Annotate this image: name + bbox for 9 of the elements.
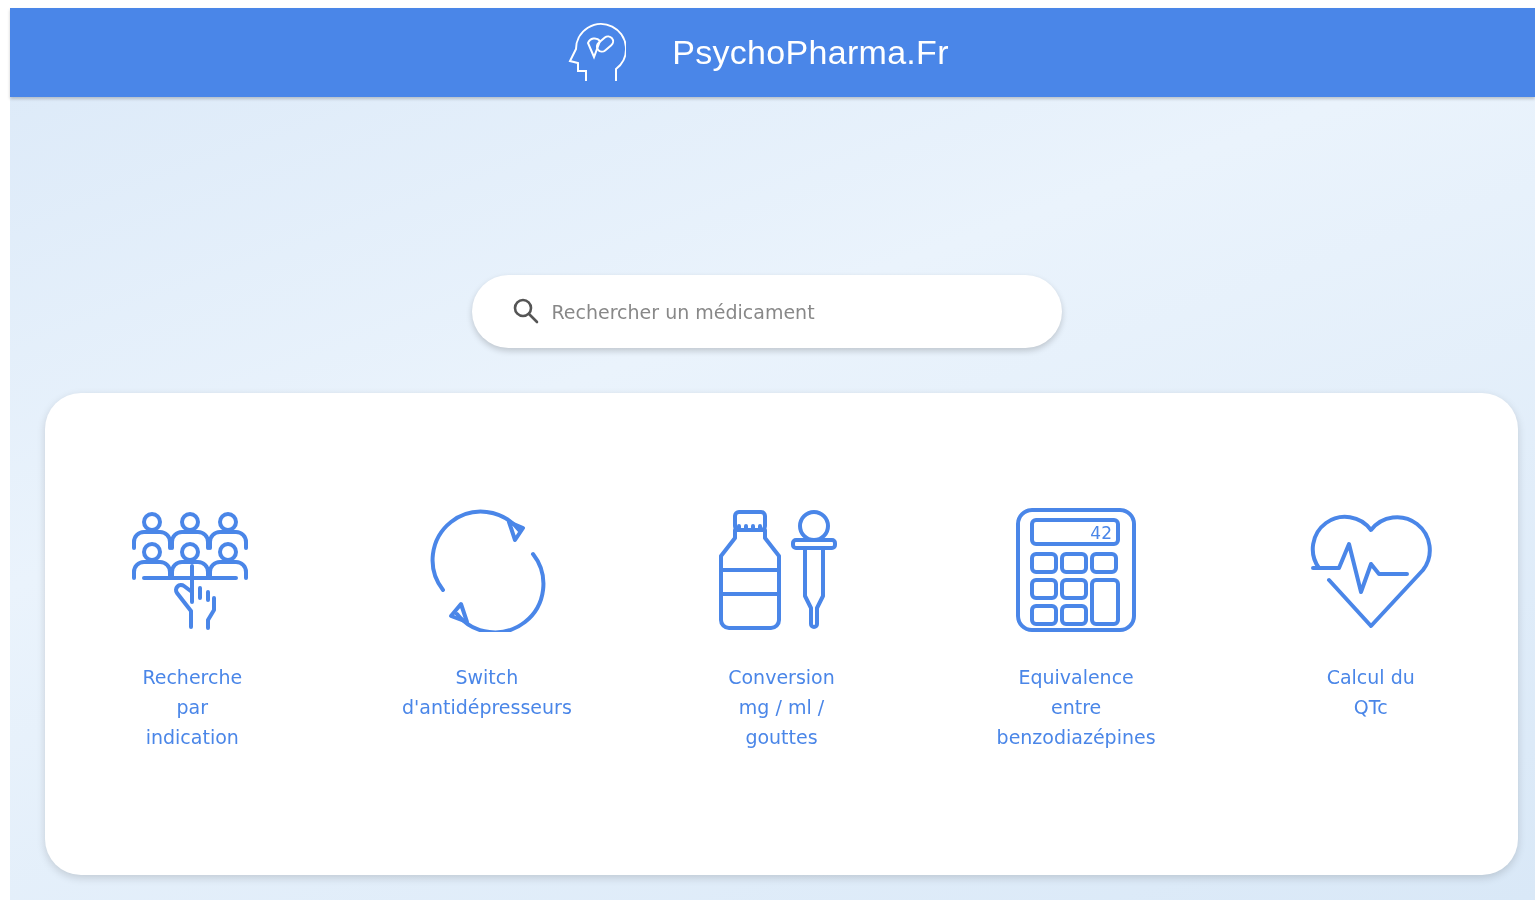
tool-link[interactable]: Switch d'antidépresseurs: [339, 508, 635, 722]
tool-link[interactable]: Recherche par indication: [45, 508, 340, 752]
tool-link[interactable]: 42 Equivalence entre benzodiazépines: [928, 508, 1224, 752]
calculator-icon: 42: [1014, 508, 1139, 632]
tool-link[interactable]: Calcul du QTc: [1223, 508, 1518, 722]
tool-link[interactable]: Conversion mg / ml / gouttes: [634, 508, 929, 752]
site-title: PsychoPharma.Fr: [672, 33, 949, 72]
search-icon: [511, 297, 540, 325]
search-field[interactable]: Rechercher un médicament: [471, 275, 1062, 348]
